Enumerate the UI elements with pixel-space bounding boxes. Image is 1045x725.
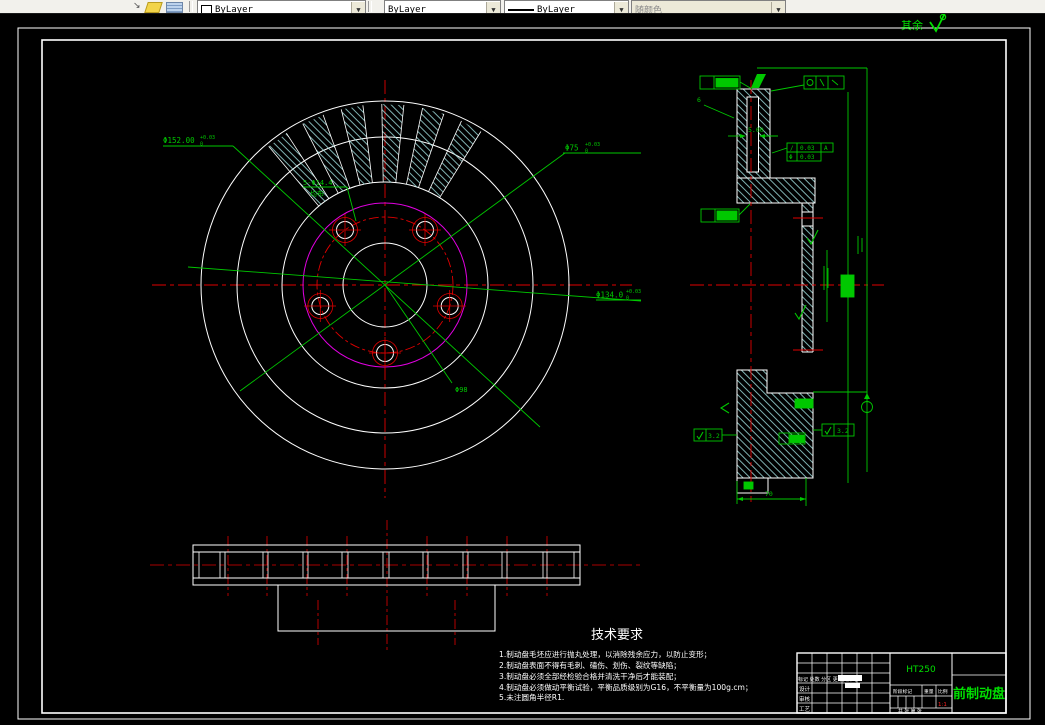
dim-phi134: Φ134.0 (596, 291, 624, 300)
tech-req-item: 1.制动盘毛坯应进行抛丸处理，以消除残余应力，以防止变形； (499, 649, 711, 659)
sheet-label: 共 张 第 张 (898, 708, 922, 715)
scale-value: 1:1 (938, 702, 947, 708)
svg-text:+0.03: +0.03 (585, 142, 600, 148)
drawing-canvas[interactable]: 其余 Φ152.00 +0.03 0 Φ75 +0.03 0 Φ134.0 +0… (0, 0, 1045, 725)
highlighted-cell (845, 683, 860, 688)
svg-text:+0.03: +0.03 (200, 135, 215, 141)
svg-text:0.03: 0.03 (800, 154, 815, 161)
material-label: HT250 (906, 665, 936, 675)
dim-phi75: Φ75 (565, 144, 579, 153)
roughness-value: 3.2 (837, 427, 849, 435)
plotstyle-control-dropdown: 随颜色 ▼ (631, 0, 786, 14)
dim-plate-thickness: 6 (697, 96, 701, 104)
dim-phi98: Φ98 (455, 386, 468, 394)
svg-text:0: 0 (200, 142, 203, 148)
plotstyle-value: 随颜色 (635, 6, 663, 14)
tech-req-item: 5.未注圆角半径R1. (499, 692, 564, 702)
stage-label: 阶段标记 (893, 688, 912, 695)
titleblock-mark-row: 标记 处数 分区 更改文件号 (798, 676, 858, 683)
cad-application: ↘ ByLayer ▼ ByLayer ▼ ByLayer ▼ 随颜色 ▼ 其余… (0, 0, 1045, 725)
color-swatch (201, 5, 212, 13)
roughness-value: 3.2 (708, 432, 720, 440)
svg-text:均布: 均布 (310, 189, 324, 198)
svg-text:A: A (824, 145, 828, 152)
svg-text:+0.03: +0.03 (626, 289, 641, 295)
toolbar-separator (368, 1, 372, 12)
tech-req-item: 2.制动盘表面不得有毛刺、磕伤、划伤、裂纹等缺陷； (499, 660, 681, 670)
make-layer-current-icon[interactable] (144, 2, 163, 13)
dim-phi152: Φ152.00 (163, 136, 195, 145)
lineweight-preview (508, 8, 534, 11)
linetype-value: ByLayer (388, 4, 426, 14)
titleblock-design: 设计 (799, 685, 811, 693)
chevron-down-icon: ▼ (771, 2, 785, 13)
color-control-dropdown[interactable]: ByLayer ▼ (197, 0, 366, 14)
tech-req-title: 技术要求 (591, 628, 643, 643)
tech-req-item: 4.制动盘必须做动平衡试验，平衡品质级别为G16，不平衡量为100g.cm； (499, 682, 753, 692)
tech-req-item: 3.制动盘必须全部经检验合格并清洗干净后才能装配； (499, 671, 681, 681)
titleblock-check: 审核 (799, 695, 811, 703)
rest-note-label: 其余 (901, 18, 923, 32)
svg-text:Φ: Φ (789, 154, 793, 161)
chevron-down-icon[interactable]: ▼ (351, 2, 365, 13)
dim-hub-width: 70 (765, 490, 773, 498)
scale-label: 比例 (938, 688, 948, 695)
svg-text:0: 0 (626, 296, 629, 302)
dim-vent-gap: 5.00 (748, 126, 764, 134)
weight-label: 重量 (924, 688, 934, 695)
color-value: ByLayer (215, 4, 253, 14)
svg-text:/: / (790, 145, 794, 152)
svg-text:0: 0 (585, 149, 588, 155)
titleblock-process: 工艺 (799, 706, 811, 713)
chevron-down-icon[interactable]: ▼ (486, 2, 500, 13)
svg-text:0.03: 0.03 (800, 145, 815, 152)
layer-properties-icon[interactable] (166, 2, 183, 13)
chevron-down-icon[interactable]: ▼ (614, 2, 628, 13)
lineweight-value: ByLayer (537, 4, 575, 14)
lineweight-control-dropdown[interactable]: ByLayer ▼ (504, 0, 629, 14)
toolbar-separator (189, 1, 193, 12)
linetype-control-dropdown[interactable]: ByLayer ▼ (384, 0, 501, 14)
properties-toolbar: ↘ ByLayer ▼ ByLayer ▼ ByLayer ▼ 随颜色 ▼ (0, 0, 1045, 14)
dim-bolt-holes: 5-Φ14.4 (303, 179, 333, 187)
part-name: 前制动盘 (953, 686, 1005, 702)
